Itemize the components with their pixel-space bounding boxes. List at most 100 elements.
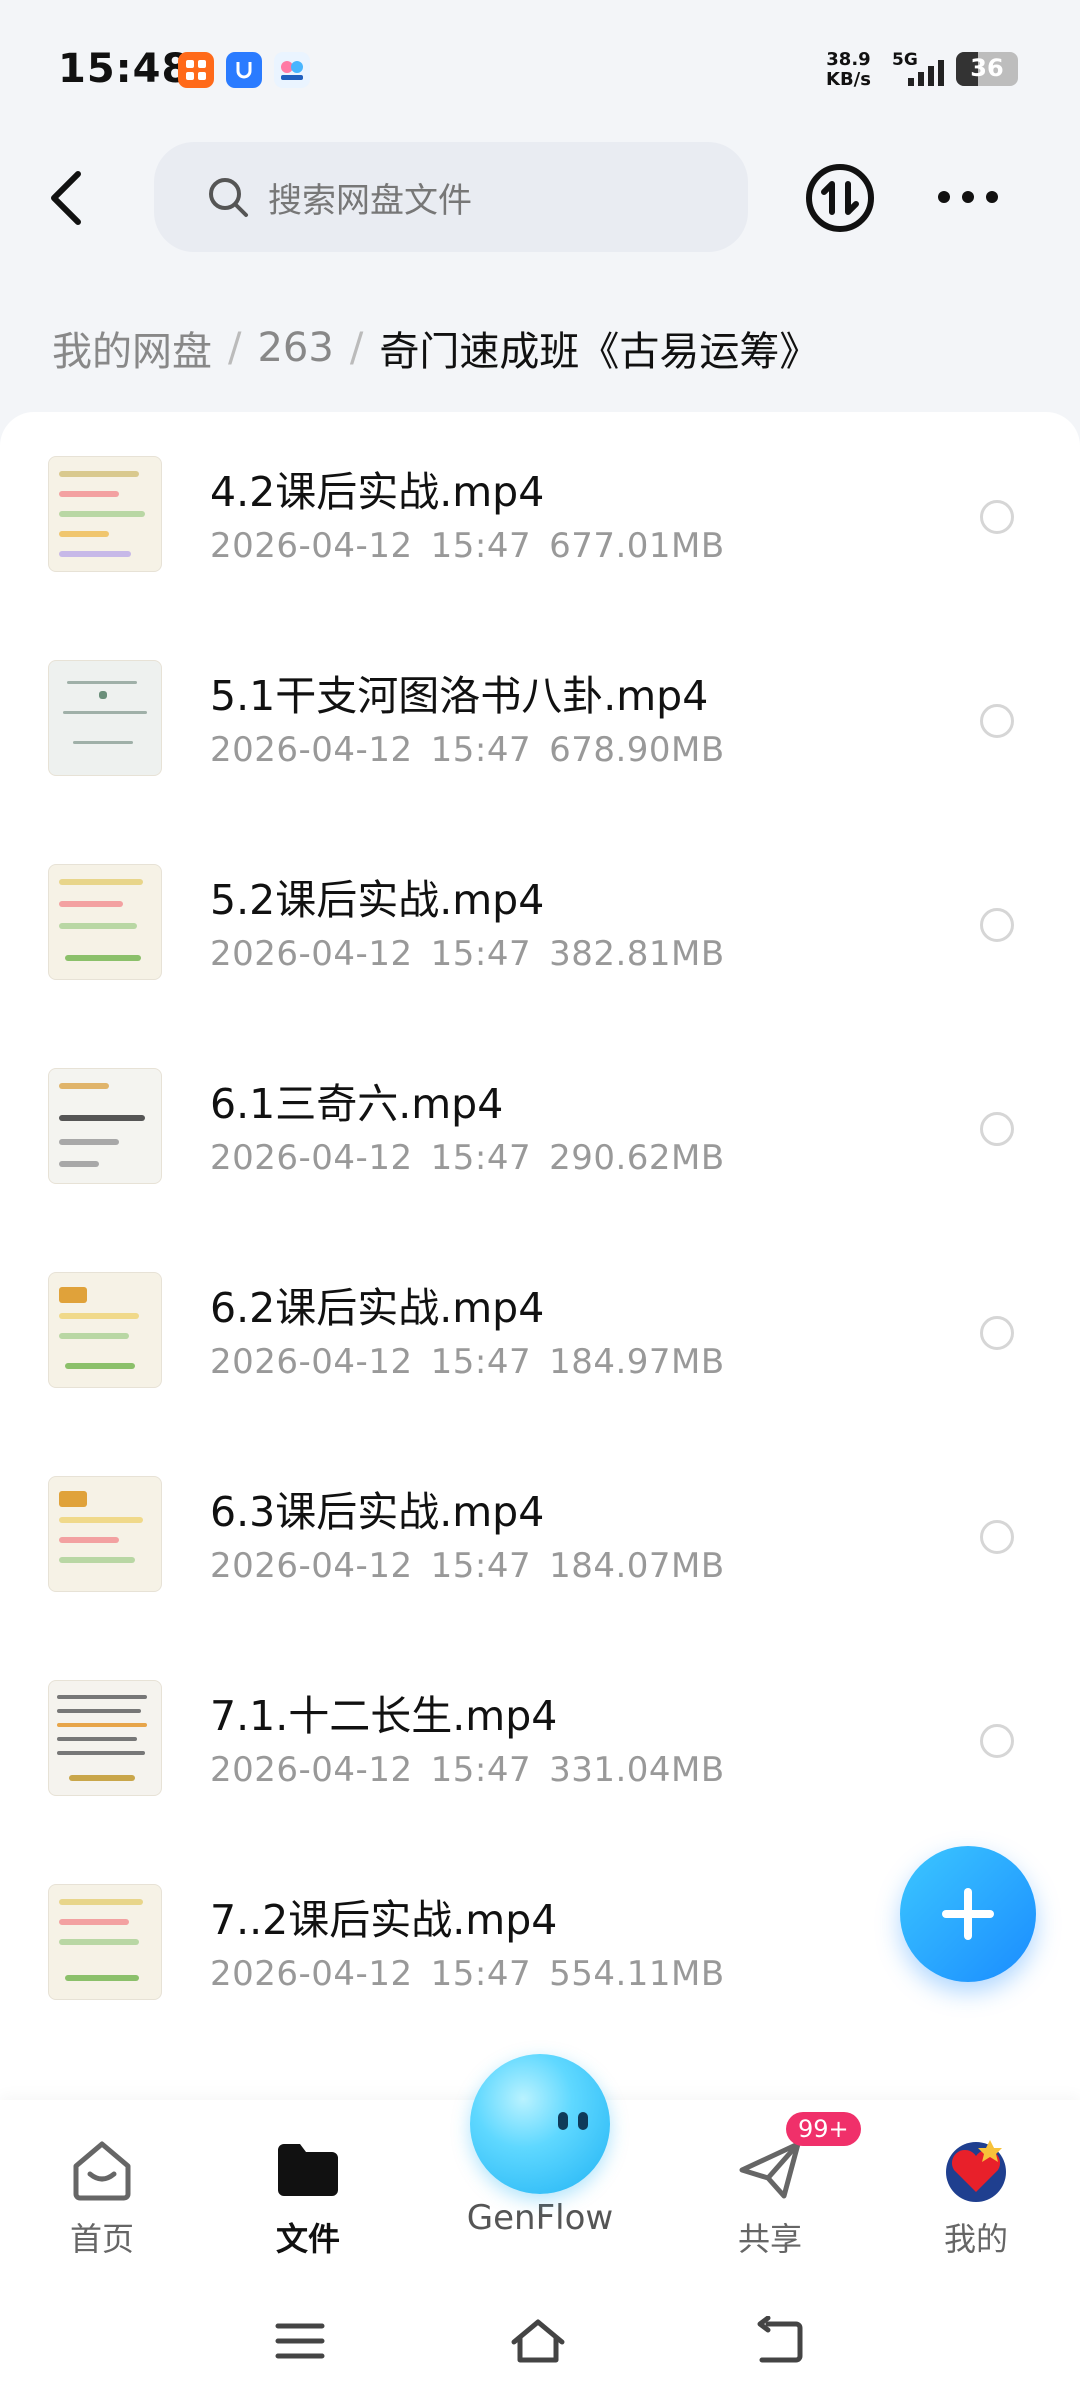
file-date: 2026-04-12	[210, 1546, 413, 1586]
battery-icon: 36	[956, 52, 1018, 86]
genflow-mascot-icon	[470, 2054, 610, 2194]
search-placeholder: 搜索网盘文件	[268, 180, 472, 221]
search-bar[interactable]: 搜索网盘文件	[154, 142, 748, 252]
nav-genflow[interactable]: GenFlow	[462, 2054, 618, 2244]
file-name: 6.2课后实战.mp4	[210, 1284, 545, 1332]
file-meta: 2026-04-12 15:47 382.81MB	[210, 934, 743, 974]
file-row[interactable]: 4.2课后实战.mp4 2026-04-12 15:47 677.01MB	[0, 412, 1080, 616]
file-size: 290.62MB	[549, 1138, 725, 1178]
net-speed-value: 38.9	[826, 49, 871, 70]
file-meta: 2026-04-12 15:47 290.62MB	[210, 1138, 743, 1178]
back-arrow-icon[interactable]	[44, 168, 92, 228]
home-system-icon[interactable]	[508, 2316, 568, 2366]
video-thumbnail	[48, 864, 162, 980]
more-icon[interactable]	[934, 182, 1002, 212]
nav-home[interactable]: 首页	[32, 2134, 172, 2260]
file-date: 2026-04-12	[210, 1750, 413, 1790]
select-radio[interactable]	[980, 1112, 1014, 1146]
breadcrumb-current: 奇门速成班《古易运筹》	[379, 329, 820, 375]
file-meta: 2026-04-12 15:47 678.90MB	[210, 730, 743, 770]
file-size: 554.11MB	[549, 1954, 725, 1994]
nav-mine-label: 我的	[943, 2220, 1008, 2258]
video-thumbnail	[48, 456, 162, 572]
file-date: 2026-04-12	[210, 526, 413, 566]
home-icon	[73, 2141, 131, 2201]
nav-genflow-label: GenFlow	[466, 2198, 614, 2238]
file-size: 184.07MB	[549, 1546, 725, 1586]
select-radio[interactable]	[980, 908, 1014, 942]
select-radio[interactable]	[980, 1724, 1014, 1758]
file-size: 184.97MB	[549, 1342, 725, 1382]
bottom-nav: 首页 文件 GenFlow 共享 99+ 我的	[0, 2054, 1080, 2280]
video-thumbnail	[48, 1068, 162, 1184]
file-row[interactable]: 6.1三奇六.mp4 2026-04-12 15:47 290.62MB	[0, 1024, 1080, 1228]
share-badge: 99+	[786, 2112, 861, 2146]
sort-icon[interactable]	[804, 162, 876, 234]
select-radio[interactable]	[980, 1520, 1014, 1554]
file-row[interactable]: 7.1.十二长生.mp4 2026-04-12 15:47 331.04MB	[0, 1636, 1080, 1840]
select-radio[interactable]	[980, 500, 1014, 534]
nav-files-label: 文件	[275, 2220, 340, 2258]
file-name: 5.2课后实战.mp4	[210, 876, 545, 924]
video-thumbnail	[48, 660, 162, 776]
file-time: 15:47	[430, 1342, 532, 1382]
file-date: 2026-04-12	[210, 934, 413, 974]
genflow-app-icon	[274, 52, 310, 88]
nav-share[interactable]: 共享	[700, 2134, 840, 2260]
nav-home-label: 首页	[69, 2220, 134, 2258]
nav-files[interactable]: 文件	[238, 2134, 378, 2260]
file-name: 6.1三奇六.mp4	[210, 1080, 504, 1128]
file-row[interactable]: 6.3课后实战.mp4 2026-04-12 15:47 184.07MB	[0, 1432, 1080, 1636]
file-size: 678.90MB	[549, 730, 725, 770]
back-system-icon[interactable]	[748, 2316, 808, 2366]
breadcrumb-folder[interactable]: 263	[257, 325, 333, 371]
file-meta: 2026-04-12 15:47 184.07MB	[210, 1546, 743, 1586]
video-thumbnail	[48, 1884, 162, 2000]
file-row[interactable]: 5.1干支河图洛书八卦.mp4 2026-04-12 15:47 678.90MB	[0, 616, 1080, 820]
file-time: 15:47	[430, 526, 532, 566]
add-button[interactable]	[900, 1846, 1036, 1982]
folder-icon	[278, 2144, 338, 2196]
video-thumbnail	[48, 1680, 162, 1796]
menu-icon[interactable]	[270, 2316, 330, 2366]
net-speed: 38.9 KB/s	[826, 50, 871, 90]
file-row[interactable]: 6.2课后实战.mp4 2026-04-12 15:47 184.97MB	[0, 1228, 1080, 1432]
file-meta: 2026-04-12 15:47 184.97MB	[210, 1342, 743, 1382]
file-date: 2026-04-12	[210, 730, 413, 770]
file-date: 2026-04-12	[210, 1138, 413, 1178]
file-time: 15:47	[430, 730, 532, 770]
net-speed-unit: KB/s	[826, 69, 871, 90]
system-nav-bar	[0, 2280, 1080, 2400]
avatar-heart-icon	[946, 2140, 1006, 2202]
file-time: 15:47	[430, 1954, 532, 1994]
status-bar: 15:48 38.9 KB/s 5G 36	[0, 0, 1080, 140]
file-name: 4.2课后实战.mp4	[210, 468, 545, 516]
file-date: 2026-04-12	[210, 1342, 413, 1382]
select-radio[interactable]	[980, 704, 1014, 738]
file-time: 15:47	[430, 1138, 532, 1178]
nav-mine[interactable]: 我的	[906, 2134, 1046, 2260]
select-radio[interactable]	[980, 1316, 1014, 1350]
file-meta: 2026-04-12 15:47 331.04MB	[210, 1750, 743, 1790]
paper-plane-icon	[739, 2141, 801, 2199]
file-time: 15:47	[430, 1750, 532, 1790]
breadcrumb-root[interactable]: 我的网盘	[52, 319, 212, 377]
file-time: 15:47	[430, 934, 532, 974]
file-time: 15:47	[430, 1546, 532, 1586]
file-size: 382.81MB	[549, 934, 725, 974]
file-size: 677.01MB	[549, 526, 725, 566]
file-name: 7.1.十二长生.mp4	[210, 1692, 558, 1740]
file-name: 5.1干支河图洛书八卦.mp4	[210, 672, 709, 720]
file-name: 6.3课后实战.mp4	[210, 1488, 545, 1536]
signal-icon	[908, 60, 944, 86]
breadcrumb-separator: /	[349, 325, 364, 371]
breadcrumb-separator: /	[228, 325, 242, 371]
file-meta: 2026-04-12 15:47 677.01MB	[210, 526, 743, 566]
file-name: 7..2课后实战.mp4	[210, 1896, 558, 1944]
file-size: 331.04MB	[549, 1750, 725, 1790]
file-list: 4.2课后实战.mp4 2026-04-12 15:47 677.01MB 5.1干…	[0, 412, 1080, 2112]
battery-level: 36	[970, 54, 1004, 82]
search-icon	[209, 178, 248, 217]
file-row[interactable]: 5.2课后实战.mp4 2026-04-12 15:47 382.81MB	[0, 820, 1080, 1024]
file-date: 2026-04-12	[210, 1954, 413, 1994]
